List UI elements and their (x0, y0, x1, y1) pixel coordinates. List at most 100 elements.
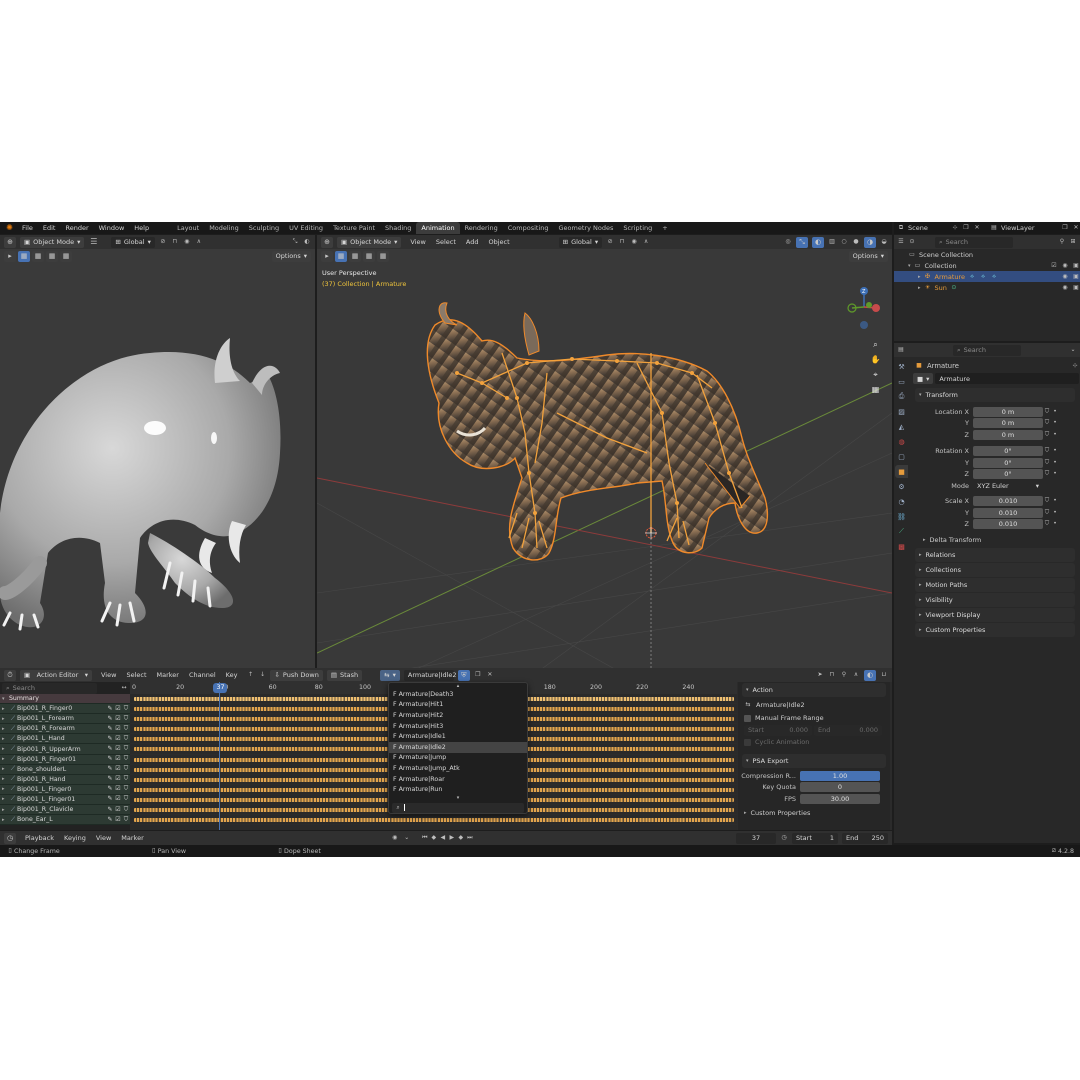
action-option[interactable]: F Armature|Jump (389, 753, 527, 764)
transform-section[interactable]: ▾ Transform (915, 388, 1075, 402)
timeline-menu-view[interactable]: View (91, 834, 116, 842)
lock-icon[interactable]: ⛉ (1043, 446, 1051, 457)
clay-creature-model[interactable] (0, 263, 315, 687)
editor-mode-dropdown[interactable]: ▣ Action Editor ▾ (20, 669, 92, 681)
options-button[interactable]: Options ▾ (271, 250, 311, 262)
editor-type-button[interactable]: ⊕ (4, 236, 16, 248)
pin-icon[interactable]: ⊹ (1071, 360, 1079, 371)
manual-range-row[interactable]: Manual Frame Range (738, 712, 890, 724)
rotation-mode-dropdown[interactable]: XYZ Euler ▾ (973, 480, 1043, 491)
close-icon[interactable]: ✕ (486, 670, 494, 681)
render-tab-icon[interactable]: ▭ (895, 375, 908, 388)
menu-edit[interactable]: Edit (38, 224, 61, 232)
keyframe-dot-icon[interactable]: • (1051, 496, 1059, 507)
copy-icon[interactable]: ❐ (1061, 223, 1069, 234)
expand-icon[interactable]: ▸ (2, 706, 9, 712)
section-viewport-display[interactable]: ▸ Viewport Display (915, 607, 1075, 622)
hamburger-icon[interactable]: ☰ (88, 237, 99, 248)
overlay-toggle-icon[interactable]: ◐ (812, 236, 824, 248)
options-chevron-icon[interactable]: ⌄ (1069, 345, 1077, 356)
view-layer-name[interactable]: ViewLayer (1001, 224, 1035, 232)
action-option[interactable]: F Armature|Jump_Atk (389, 763, 527, 774)
keyframe-dot-icon[interactable]: • (1051, 406, 1059, 417)
menu-window[interactable]: Window (94, 224, 130, 232)
keyframe-strip[interactable] (134, 818, 734, 823)
world-tab-icon[interactable]: ◍ (895, 435, 908, 448)
workspace-tab-layout[interactable]: Layout (172, 222, 204, 234)
orientation-dropdown[interactable]: ⊞ Global ▾ (111, 236, 155, 248)
workspace-tab-rendering[interactable]: Rendering (460, 222, 503, 234)
editor-type-button[interactable]: ◷ (4, 832, 16, 844)
lock-icon[interactable]: ⛉ (1043, 469, 1051, 480)
expand-icon[interactable]: ▸ (2, 776, 9, 782)
shading-material-icon[interactable]: ◑ (864, 236, 876, 248)
snap-mode-icon[interactable]: ⊔ (880, 670, 888, 681)
rotation-y-field[interactable]: 0° (973, 457, 1043, 468)
action-option[interactable]: F Armature|Idle2 (389, 741, 527, 753)
section-visibility[interactable]: ▸ Visibility (915, 592, 1075, 607)
interpolation-icon[interactable]: ∧ (852, 670, 860, 681)
prev-key-icon[interactable]: ◆ (430, 833, 438, 844)
grid-toggle-icon[interactable]: ▦ (870, 384, 881, 395)
action-menu-key[interactable]: Key (221, 671, 243, 679)
blender-logo-icon[interactable]: ✺ (4, 223, 15, 234)
current-frame-badge[interactable]: 37 (213, 683, 228, 693)
expand-icon[interactable]: ▸ (2, 807, 9, 813)
keyframe-dot-icon[interactable]: • (1051, 457, 1059, 468)
overlay-icon[interactable]: ◐ (303, 237, 311, 248)
scroll-down-icon[interactable]: ▾ (389, 795, 527, 801)
editor-type-icon[interactable]: ☰ (897, 237, 905, 248)
section-custom-properties[interactable]: ▸ Custom Properties (915, 622, 1075, 637)
navigation-gizmo[interactable]: Z (842, 285, 888, 341)
scale-x-field[interactable]: 0.010 (973, 496, 1043, 506)
workspace-tab-shading[interactable]: Shading (380, 222, 416, 234)
action-section[interactable]: ▾ Action (742, 683, 886, 697)
section-collections[interactable]: ▸ Collections (915, 562, 1075, 577)
add-workspace-button[interactable]: + (657, 222, 672, 234)
fps-field[interactable]: 30.00 (800, 793, 880, 804)
render-camera-icon[interactable]: ▣ (1072, 260, 1080, 271)
collection-tab-icon[interactable]: ▢ (895, 450, 908, 463)
play-reverse-icon[interactable]: ◀ (439, 833, 447, 844)
action-option[interactable]: F Armature|Run (389, 784, 527, 795)
visibility-icon[interactable]: ◎ (784, 237, 792, 248)
modifier-wrench-icon[interactable]: ✎ (106, 814, 114, 825)
filter-icon[interactable]: ⚲ (1058, 237, 1066, 248)
snap-icon[interactable]: ⊓ (828, 670, 836, 681)
viewport-menu-add[interactable]: Add (461, 238, 484, 246)
play-icon[interactable]: ▸ (321, 250, 333, 262)
stash-button[interactable]: ▤ Stash (326, 669, 363, 681)
close-icon[interactable]: ✕ (1072, 223, 1080, 234)
timeline-menu-keying[interactable]: Keying (59, 834, 91, 842)
modifier-tab-icon[interactable]: ⚙ (895, 480, 908, 493)
view-layer-tab-icon[interactable]: ▨ (895, 405, 908, 418)
psa-export-section[interactable]: ▾ PSA Export (742, 754, 886, 768)
keyframe-dot-icon[interactable]: • (1051, 418, 1059, 429)
lock-icon[interactable]: ⛉ (1043, 418, 1051, 429)
next-key-icon[interactable]: ◆ (457, 833, 465, 844)
object-name-field[interactable]: Armature (935, 373, 1079, 384)
location-z-field[interactable]: 0 m (973, 429, 1043, 440)
jump-start-icon[interactable]: ⏮ (421, 833, 429, 844)
select-extend-icon[interactable]: ▦ (32, 250, 44, 262)
texture-tab-icon[interactable]: ▩ (895, 540, 908, 553)
output-tab-icon[interactable]: ⎙ (895, 390, 908, 403)
select-box-icon[interactable]: ▦ (335, 250, 347, 262)
workspace-tab-compositing[interactable]: Compositing (503, 222, 554, 234)
xray-icon[interactable]: ▥ (828, 237, 836, 248)
expand-icon[interactable]: ▾ (2, 696, 9, 702)
manual-range-checkbox[interactable] (744, 714, 751, 722)
keyframe-dot-icon[interactable]: • (1051, 446, 1059, 457)
action-menu-channel[interactable]: Channel (184, 671, 221, 679)
properties-search[interactable]: ⌕ Search (953, 344, 1021, 356)
outliner-search[interactable]: ⌕ Search (935, 236, 1013, 248)
viewport-menu-view[interactable]: View (405, 238, 430, 246)
select-box-icon[interactable]: ▦ (18, 250, 30, 262)
expand-icon[interactable]: ▸ (2, 766, 9, 772)
action-browse-button[interactable]: ⇆ ▾ (380, 669, 400, 681)
action-menu-view[interactable]: View (96, 671, 121, 679)
editor-type-button[interactable]: ⊕ (321, 236, 333, 248)
timeline-menu-marker[interactable]: Marker (116, 834, 148, 842)
pivot-icon[interactable]: ⊘ (606, 237, 614, 248)
swap-icon[interactable]: ↔ (120, 683, 128, 694)
